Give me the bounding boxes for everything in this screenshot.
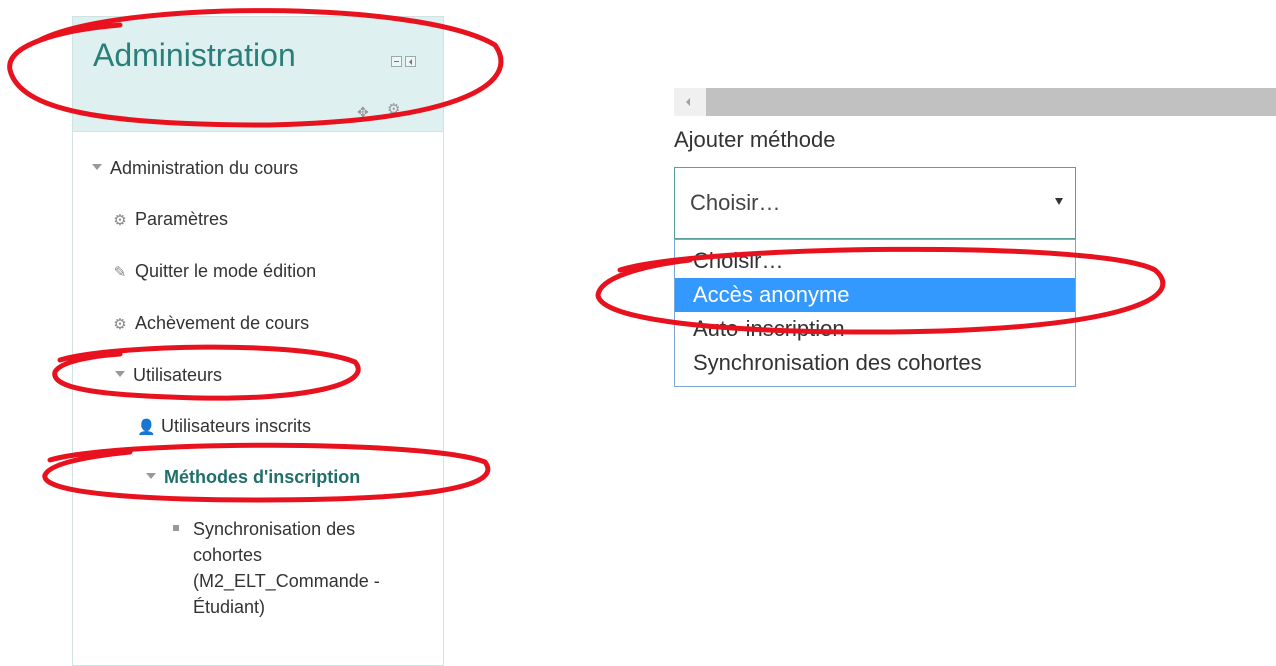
user-icon: 👤	[137, 419, 156, 436]
move-icon[interactable]: ✥	[357, 105, 369, 119]
option-choisir[interactable]: Choisir…	[675, 244, 1075, 278]
bullet-icon	[173, 525, 179, 531]
scroll-left-arrow-icon[interactable]	[674, 88, 706, 116]
tree-item-synchronisation-cohortes[interactable]: Synchronisation des cohortes (M2_ELT_Com…	[193, 516, 433, 620]
select-current-value: Choisir…	[690, 190, 781, 215]
tree-item-utilisateurs-inscrits[interactable]: 👤 Utilisateurs inscrits	[137, 415, 311, 439]
pencil-icon: ✎	[113, 264, 127, 281]
tree-item-methodes-inscription[interactable]: Méthodes d'inscription	[146, 466, 360, 488]
option-acces-anonyme[interactable]: Accès anonyme	[675, 278, 1075, 312]
add-method-dropdown-list: Choisir… Accès anonyme Auto-inscription …	[674, 239, 1076, 387]
tree-item-label: Achèvement de cours	[135, 313, 310, 333]
gear-icon: ⚙	[113, 212, 127, 229]
hide-block-icon[interactable]	[405, 56, 416, 67]
horizontal-scrollbar[interactable]	[674, 88, 1276, 116]
caret-down-icon	[146, 473, 156, 480]
tree-item-utilisateurs[interactable]: Utilisateurs	[115, 364, 222, 386]
dropdown-arrow-icon	[1055, 198, 1063, 205]
block-title: Administration	[93, 37, 296, 73]
tree-item-label: Quitter le mode édition	[135, 261, 317, 281]
tree-item-label: Paramètres	[135, 209, 229, 229]
tree-item-label: Administration du cours	[110, 158, 299, 178]
tree-item-label-line: Synchronisation des	[193, 519, 356, 539]
add-method-label: Ajouter méthode	[674, 127, 836, 152]
tree-item-label-line: cohortes	[193, 545, 263, 565]
add-method-select[interactable]: Choisir…	[674, 167, 1076, 239]
option-auto-inscription[interactable]: Auto-inscription	[675, 312, 1075, 346]
caret-down-icon	[115, 371, 125, 378]
tree-item-parametres[interactable]: ⚙ Paramètres	[111, 208, 228, 232]
option-synchronisation-cohortes[interactable]: Synchronisation des cohortes	[675, 346, 1075, 380]
administration-header: Administration ✥ ⚙	[73, 17, 443, 132]
tree-item-label: Utilisateurs inscrits	[161, 416, 312, 436]
caret-down-icon	[92, 164, 102, 171]
gear-icon[interactable]: ⚙	[387, 102, 400, 117]
tree-item-achevement-de-cours[interactable]: ⚙ Achèvement de cours	[111, 312, 309, 336]
tree-item-label-line: Étudiant)	[193, 597, 266, 617]
scrollbar-thumb[interactable]	[706, 88, 1276, 116]
tree-item-quitter-mode-edition[interactable]: ✎ Quitter le mode édition	[111, 260, 316, 284]
tree-item-label: Méthodes d'inscription	[164, 467, 361, 487]
tree-item-administration-du-cours[interactable]: Administration du cours	[92, 157, 298, 179]
dock-block-icon[interactable]	[391, 56, 402, 67]
gear-icon: ⚙	[113, 316, 127, 333]
tree-item-label: Utilisateurs	[133, 365, 223, 385]
tree-item-label-line: (M2_ELT_Commande -	[193, 571, 380, 591]
